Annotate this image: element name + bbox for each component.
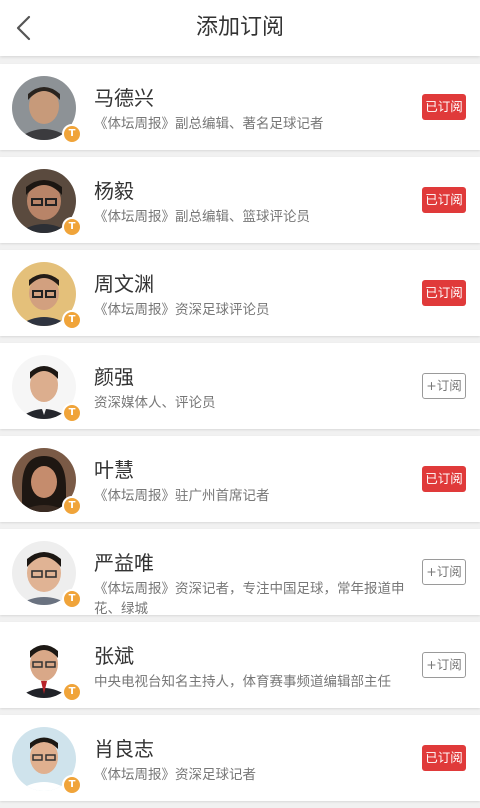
subscriber-name: 杨毅 <box>94 179 134 203</box>
subscriber-description: 中央电视台知名主持人，体育赛事频道编辑部主任 <box>94 674 391 690</box>
verified-badge-icon: T <box>62 124 82 144</box>
chevron-left-icon <box>16 15 31 41</box>
avatar: T <box>12 76 82 144</box>
avatar: T <box>12 262 82 330</box>
verified-badge-icon: T <box>62 682 82 702</box>
subscribe-button[interactable]: 已订阅 <box>422 280 466 306</box>
subscriber-name: 叶慧 <box>94 458 134 482</box>
subscriber-description: 《体坛周报》资深足球记者 <box>94 767 256 783</box>
subscribe-button[interactable]: +订阅 <box>422 373 466 399</box>
list-item[interactable]: T 周文渊 《体坛周报》资深足球评论员 已订阅 <box>0 250 480 336</box>
subscriber-name: 马德兴 <box>94 86 154 110</box>
back-button[interactable] <box>6 10 42 46</box>
list-item[interactable]: T 颜强 资深媒体人、评论员 +订阅 <box>0 343 480 429</box>
subscriber-name: 严益唯 <box>94 551 154 575</box>
list-item[interactable]: T 肖良志 《体坛周报》资深足球记者 已订阅 <box>0 715 480 801</box>
avatar: T <box>12 727 82 795</box>
subscribe-button[interactable]: 已订阅 <box>422 466 466 492</box>
list-item[interactable]: T 叶慧 《体坛周报》驻广州首席记者 已订阅 <box>0 436 480 522</box>
avatar: T <box>12 448 82 516</box>
subscribe-button[interactable]: +订阅 <box>422 559 466 585</box>
avatar: T <box>12 355 82 423</box>
subscriber-description: 《体坛周报》副总编辑、著名足球记者 <box>94 116 324 132</box>
verified-badge-icon: T <box>62 589 82 609</box>
verified-badge-icon: T <box>62 775 82 795</box>
verified-badge-icon: T <box>62 496 82 516</box>
subscriber-description: 《体坛周报》资深记者，专注中国足球，常年报道申花、绿城 <box>94 581 405 617</box>
list-item[interactable]: T 严益唯 《体坛周报》资深记者，专注中国足球，常年报道申花、绿城 +订阅 <box>0 529 480 617</box>
verified-badge-icon: T <box>62 403 82 423</box>
list-item[interactable]: T 张斌 中央电视台知名主持人，体育赛事频道编辑部主任 +订阅 <box>0 622 480 708</box>
subscriber-description: 资深媒体人、评论员 <box>94 395 216 411</box>
subscribe-button[interactable]: +订阅 <box>422 652 466 678</box>
verified-badge-icon: T <box>62 217 82 237</box>
subscriber-name: 肖良志 <box>94 737 154 761</box>
list-item[interactable]: T 马德兴 《体坛周报》副总编辑、著名足球记者 已订阅 <box>0 64 480 150</box>
subscriber-name: 周文渊 <box>94 272 154 296</box>
avatar: T <box>12 634 82 702</box>
list-item[interactable]: T 杨毅 《体坛周报》副总编辑、篮球评论员 已订阅 <box>0 157 480 243</box>
avatar: T <box>12 169 82 237</box>
subscribe-button[interactable]: 已订阅 <box>422 745 466 771</box>
subscriber-description: 《体坛周报》资深足球评论员 <box>94 302 270 318</box>
subscribe-button[interactable]: 已订阅 <box>422 94 466 120</box>
avatar: T <box>12 541 82 609</box>
subscribe-button[interactable]: 已订阅 <box>422 187 466 213</box>
subscriber-description: 《体坛周报》副总编辑、篮球评论员 <box>94 209 310 225</box>
subscriber-description: 《体坛周报》驻广州首席记者 <box>94 488 270 504</box>
top-bar: 添加订阅 <box>0 0 480 56</box>
verified-badge-icon: T <box>62 310 82 330</box>
subscriber-name: 张斌 <box>94 644 134 668</box>
page-title: 添加订阅 <box>195 15 284 40</box>
subscription-list: T 马德兴 《体坛周报》副总编辑、著名足球记者 已订阅 T 杨毅 《体坛周报》副… <box>0 64 480 808</box>
subscriber-name: 颜强 <box>94 365 134 389</box>
